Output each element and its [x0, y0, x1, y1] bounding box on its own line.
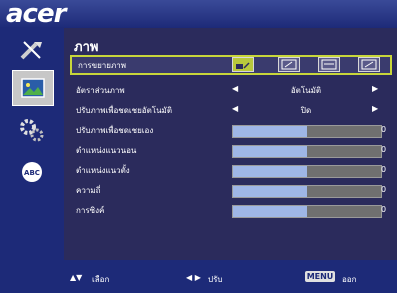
slider-fill: [233, 186, 307, 197]
manual-keystone-row[interactable]: ปรับภาพเพื่อชดเชยเอง 0: [70, 122, 388, 138]
auto-keystone-value: ปิด: [300, 106, 312, 115]
frequency-label: ความถี่: [76, 186, 101, 195]
page-title: ภาพ: [74, 40, 99, 55]
top-bar: acer: [0, 0, 397, 28]
gear-icon: [20, 119, 44, 142]
projection-row[interactable]: อัตราส่วนภาพ ◀ อัตโนมัติ ▶: [70, 82, 388, 98]
acer-logo: acer: [6, 0, 66, 29]
projection-label: อัตราส่วนภาพ: [76, 86, 125, 95]
select-hint: เลือก: [92, 275, 110, 284]
tracking-value: 0: [381, 205, 387, 214]
wrench-screwdriver-icon: [20, 41, 42, 60]
aspect-auto-icon: [236, 62, 250, 69]
sidebar: ABC: [0, 28, 64, 260]
frequency-value: 0: [381, 185, 387, 194]
aspect-4-3-icon: [281, 59, 297, 70]
h-position-value: 0: [381, 145, 387, 154]
aspect-ratio-row[interactable]: การขยายภาพ: [70, 55, 392, 75]
slider-fill: [233, 126, 307, 137]
aspect-ratio-label: การขยายภาพ: [78, 61, 127, 70]
menu-key-icon[interactable]: MENU: [305, 271, 335, 282]
h-position-slider[interactable]: [232, 145, 382, 158]
manual-keystone-value: 0: [381, 125, 387, 134]
exit-hint: ออก: [342, 275, 357, 284]
v-position-slider[interactable]: [232, 165, 382, 178]
settings-tab[interactable]: [14, 114, 50, 146]
frequency-slider[interactable]: [232, 185, 382, 198]
v-position-label: ตำแหน่งแนวตั้ง: [76, 166, 130, 175]
h-position-label: ตำแหน่งแนวนอน: [76, 146, 137, 155]
aspect-16-9-icon: [321, 59, 337, 70]
aspect-16-9-button[interactable]: [318, 57, 340, 72]
frequency-row[interactable]: ความถี่ 0: [70, 182, 388, 198]
management-tab[interactable]: [14, 34, 50, 66]
adjust-hint: ปรับ: [208, 275, 223, 284]
language-tab[interactable]: ABC: [14, 156, 50, 188]
aspect-native-button[interactable]: [358, 57, 380, 72]
aspect-auto-button[interactable]: [232, 57, 254, 72]
left-arrow-icon[interactable]: ◀: [232, 84, 238, 93]
up-down-arrows-icon: ▲▼: [70, 273, 83, 282]
aspect-native-icon: [361, 59, 377, 70]
right-arrow-icon[interactable]: ▶: [372, 84, 378, 93]
picture-icon: [21, 78, 45, 98]
aspect-4-3-button[interactable]: [278, 57, 300, 72]
auto-keystone-row[interactable]: ปรับภาพเพื่อชดเชยอัตโนมัติ ◀ ปิด ▶: [70, 102, 388, 118]
svg-text:ABC: ABC: [24, 169, 40, 177]
right-arrow-icon[interactable]: ▶: [372, 104, 378, 113]
left-right-arrows-icon: ◀ ▶: [186, 273, 201, 282]
abc-language-icon: ABC: [22, 162, 42, 182]
slider-fill: [233, 166, 307, 177]
slider-fill: [233, 206, 307, 217]
left-arrow-icon[interactable]: ◀: [232, 104, 238, 113]
slider-fill: [233, 146, 307, 157]
tracking-label: การซิงค์: [76, 206, 105, 215]
tracking-row[interactable]: การซิงค์ 0: [70, 202, 388, 218]
manual-keystone-slider[interactable]: [232, 125, 382, 138]
projection-value: อัตโนมัติ: [290, 86, 322, 95]
v-position-value: 0: [381, 165, 387, 174]
v-position-row[interactable]: ตำแหน่งแนวตั้ง 0: [70, 162, 388, 178]
image-tab[interactable]: [12, 70, 54, 106]
manual-keystone-label: ปรับภาพเพื่อชดเชยเอง: [76, 126, 154, 135]
h-position-row[interactable]: ตำแหน่งแนวนอน 0: [70, 142, 388, 158]
auto-keystone-label: ปรับภาพเพื่อชดเชยอัตโนมัติ: [76, 106, 173, 115]
tracking-slider[interactable]: [232, 205, 382, 218]
